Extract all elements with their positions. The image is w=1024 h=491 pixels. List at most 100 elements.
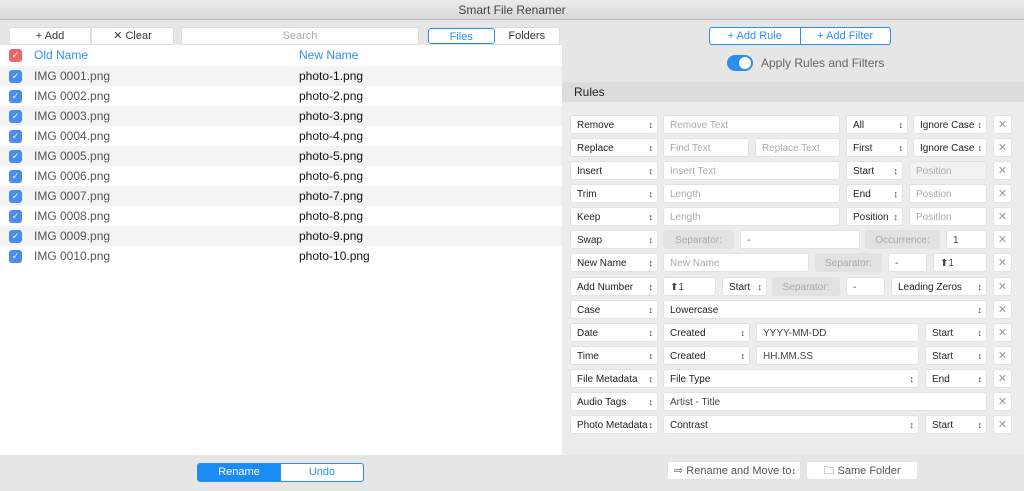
rule-select[interactable]: Leading Zeros — [891, 277, 987, 296]
remove-rule-button[interactable]: ✕ — [993, 207, 1012, 226]
rule-input[interactable]: ⬆1 — [663, 277, 716, 296]
remove-rule-button[interactable]: ✕ — [993, 253, 1012, 272]
add-button[interactable]: + Add — [9, 27, 91, 45]
table-row[interactable]: ✓ IMG 0003.png photo-3.png — [0, 106, 562, 126]
rule-type-select[interactable]: Case — [570, 300, 658, 319]
rule-select[interactable]: Start — [925, 323, 987, 342]
remove-rule-button[interactable]: ✕ — [993, 346, 1012, 365]
remove-rule-button[interactable]: ✕ — [993, 277, 1012, 296]
rule-input[interactable]: Length — [663, 207, 840, 226]
table-row[interactable]: ✓ IMG 0010.png photo-10.png — [0, 246, 562, 266]
destination-folder-button[interactable]: 🗀 Same Folder — [806, 461, 918, 480]
row-checkbox[interactable]: ✓ — [9, 90, 22, 103]
rule-type-select[interactable]: Swap — [570, 230, 658, 249]
row-checkbox[interactable]: ✓ — [9, 190, 22, 203]
remove-rule-button[interactable]: ✕ — [993, 138, 1012, 157]
undo-button[interactable]: Undo — [280, 464, 363, 481]
row-checkbox[interactable]: ✓ — [9, 150, 22, 163]
rule-select[interactable]: First — [846, 138, 908, 157]
table-row[interactable]: ✓ IMG 0004.png photo-4.png — [0, 126, 562, 146]
rule-type-select[interactable]: Audio Tags — [570, 392, 658, 411]
rule-select[interactable]: Created — [663, 323, 750, 342]
rule-input[interactable]: - — [846, 277, 885, 296]
rule-input[interactable]: - — [888, 253, 927, 272]
rule-select[interactable]: Position — [846, 207, 903, 226]
rule-input[interactable]: Replace Text — [755, 138, 840, 157]
table-row[interactable]: ✓ IMG 0005.png photo-5.png — [0, 146, 562, 166]
rule-input[interactable]: Position — [909, 161, 987, 180]
rule-input[interactable]: New Name — [663, 253, 809, 272]
rule-type-select[interactable]: Remove — [570, 115, 658, 134]
rule-type-select[interactable]: Photo Metadata — [570, 415, 658, 434]
rule-type-select[interactable]: Replace — [570, 138, 658, 157]
rule-input[interactable]: Length — [663, 184, 840, 203]
rule-input[interactable]: HH.MM.SS — [756, 346, 919, 365]
table-row[interactable]: ✓ IMG 0009.png photo-9.png — [0, 226, 562, 246]
rule-type-select[interactable]: Time — [570, 346, 658, 365]
select-all-checkbox[interactable]: ✓ — [9, 49, 22, 62]
rule-select[interactable]: Start — [925, 346, 987, 365]
row-checkbox[interactable]: ✓ — [9, 210, 22, 223]
rule-select[interactable]: End — [846, 184, 903, 203]
folders-tab[interactable]: Folders — [495, 28, 560, 44]
remove-rule-button[interactable]: ✕ — [993, 415, 1012, 434]
rule-type-select[interactable]: Add Number — [570, 277, 658, 296]
table-row[interactable]: ✓ IMG 0002.png photo-2.png — [0, 86, 562, 106]
old-name-header[interactable]: Old Name — [34, 45, 88, 65]
remove-rule-button[interactable]: ✕ — [993, 369, 1012, 388]
add-filter-button[interactable]: + Add Filter — [799, 28, 891, 44]
rule-input[interactable]: Remove Text — [663, 115, 840, 134]
rule-select[interactable]: Start — [925, 415, 987, 434]
rename-button[interactable]: Rename — [198, 464, 280, 481]
row-checkbox[interactable]: ✓ — [9, 250, 22, 263]
rule-select[interactable]: All — [846, 115, 908, 134]
rule-input[interactable]: - — [740, 230, 860, 249]
row-checkbox[interactable]: ✓ — [9, 70, 22, 83]
row-checkbox[interactable]: ✓ — [9, 170, 22, 183]
new-name-header[interactable]: New Name — [299, 45, 358, 65]
rule-input[interactable]: ⬆1 — [933, 253, 987, 272]
rule-input[interactable]: Position — [909, 184, 987, 203]
remove-rule-button[interactable]: ✕ — [993, 161, 1012, 180]
rule-select[interactable]: Start — [846, 161, 903, 180]
rule-input[interactable]: Find Text — [663, 138, 749, 157]
rule-type-select[interactable]: New Name — [570, 253, 658, 272]
rule-select[interactable]: Ignore Case — [913, 138, 987, 157]
table-row[interactable]: ✓ IMG 0008.png photo-8.png — [0, 206, 562, 226]
rule-type-select[interactable]: Keep — [570, 207, 658, 226]
rule-input[interactable]: Artist - Title — [663, 392, 987, 411]
files-tab[interactable]: Files — [428, 28, 495, 44]
rule-type-select[interactable]: Insert — [570, 161, 658, 180]
table-row[interactable]: ✓ IMG 0001.png photo-1.png — [0, 66, 562, 86]
remove-rule-button[interactable]: ✕ — [993, 392, 1012, 411]
remove-rule-button[interactable]: ✕ — [993, 184, 1012, 203]
remove-rule-button[interactable]: ✕ — [993, 230, 1012, 249]
search-input[interactable]: Search — [181, 27, 419, 45]
rule-type-select[interactable]: Trim — [570, 184, 658, 203]
clear-button[interactable]: ✕ Clear — [91, 27, 174, 45]
add-rule-button[interactable]: + Add Rule — [710, 28, 800, 44]
rename-mode-select[interactable]: ⇨ Rename and Move to — [667, 461, 801, 480]
rule-select[interactable]: Contrast — [663, 415, 919, 434]
row-checkbox[interactable]: ✓ — [9, 130, 22, 143]
rule-select[interactable]: Start — [722, 277, 767, 296]
rule-input[interactable]: YYYY-MM-DD — [756, 323, 919, 342]
table-row[interactable]: ✓ IMG 0006.png photo-6.png — [0, 166, 562, 186]
rule-type-select[interactable]: Date — [570, 323, 658, 342]
rule-select[interactable]: Lowercase — [663, 300, 987, 319]
remove-rule-button[interactable]: ✕ — [993, 300, 1012, 319]
rule-input[interactable]: Position — [909, 207, 987, 226]
rule-select[interactable]: End — [925, 369, 987, 388]
rule-select[interactable]: File Type — [663, 369, 919, 388]
remove-rule-button[interactable]: ✕ — [993, 323, 1012, 342]
rule-select[interactable]: Ignore Case — [913, 115, 987, 134]
rule-input[interactable]: Insert Text — [663, 161, 840, 180]
row-checkbox[interactable]: ✓ — [9, 230, 22, 243]
rule-type-select[interactable]: File Metadata — [570, 369, 658, 388]
apply-rules-toggle[interactable] — [727, 55, 753, 71]
rule-input[interactable]: 1 — [946, 230, 987, 249]
table-row[interactable]: ✓ IMG 0007.png photo-7.png — [0, 186, 562, 206]
row-checkbox[interactable]: ✓ — [9, 110, 22, 123]
rule-select[interactable]: Created — [663, 346, 750, 365]
remove-rule-button[interactable]: ✕ — [993, 115, 1012, 134]
